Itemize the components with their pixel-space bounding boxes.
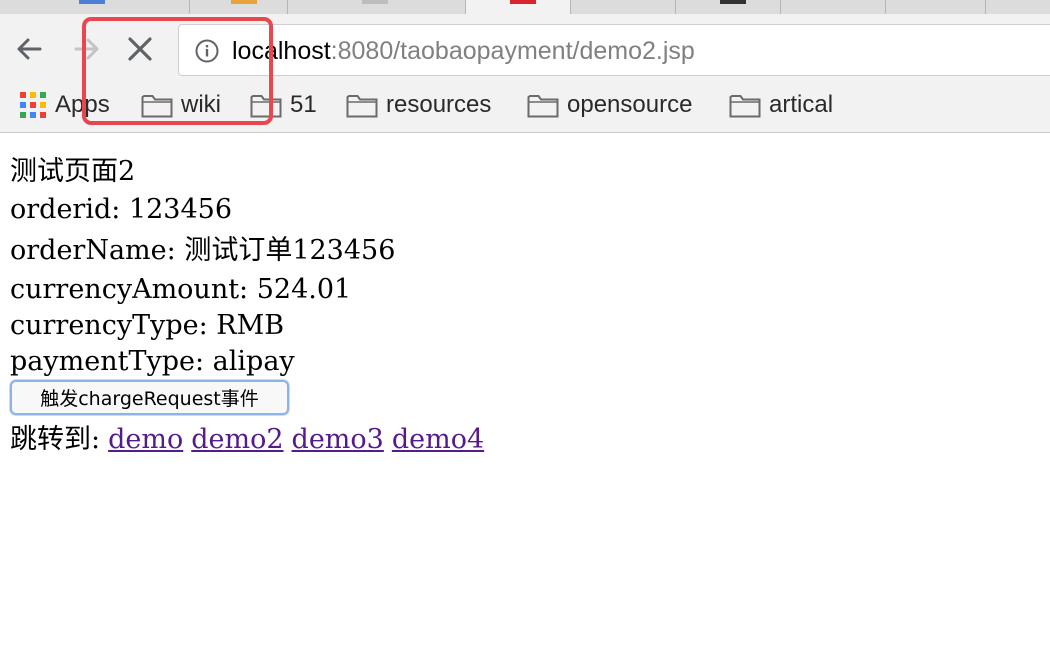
back-button[interactable] bbox=[12, 32, 46, 66]
link-demo3[interactable]: demo3 bbox=[292, 424, 384, 455]
field-ordername: orderName: 测试订单123456 bbox=[10, 234, 395, 268]
link-demo4[interactable]: demo4 bbox=[392, 424, 484, 455]
tab-favicon bbox=[362, 0, 389, 4]
tab-strip bbox=[0, 0, 1050, 14]
page-title: 测试页面2 bbox=[10, 156, 136, 187]
tab[interactable] bbox=[676, 0, 781, 14]
field-orderid: orderid: 123456 bbox=[10, 193, 232, 227]
folder-icon bbox=[729, 94, 761, 117]
bookmark-label: 51 bbox=[290, 91, 317, 118]
folder-icon bbox=[346, 94, 378, 117]
bookmark-folder-resources[interactable]: resources bbox=[346, 88, 491, 122]
field-label: currencyType: bbox=[10, 310, 208, 341]
back-arrow-icon bbox=[17, 38, 42, 60]
field-label: orderName: bbox=[10, 235, 176, 266]
field-value: 123456 bbox=[128, 194, 233, 225]
charge-request-button[interactable]: 触发chargeRequest事件 bbox=[10, 380, 289, 415]
tab[interactable] bbox=[571, 0, 676, 14]
url-path: :8080/taobaopayment/demo2.jsp bbox=[330, 37, 695, 65]
field-value: RMB bbox=[216, 310, 285, 341]
tab[interactable] bbox=[0, 0, 190, 14]
red-annotation-box bbox=[82, 17, 273, 125]
tab[interactable] bbox=[190, 0, 288, 14]
bookmark-folder-artical[interactable]: artical bbox=[729, 88, 833, 122]
tab-active[interactable] bbox=[466, 0, 571, 14]
bookmark-label: resources bbox=[386, 91, 492, 118]
field-label: currencyAmount: bbox=[10, 274, 249, 305]
jump-label: 跳转到: bbox=[10, 424, 101, 455]
bookmark-label: artical bbox=[769, 91, 834, 118]
tab-favicon bbox=[79, 0, 106, 4]
address-bar[interactable]: localhost:8080/taobaopayment/demo2.jsp bbox=[178, 24, 1050, 76]
tab[interactable] bbox=[886, 0, 986, 14]
tab-favicon bbox=[509, 0, 536, 4]
folder-icon bbox=[527, 94, 559, 117]
field-currencytype: currencyType: RMB bbox=[10, 309, 284, 343]
tab-favicon bbox=[230, 0, 257, 4]
field-value: alipay bbox=[212, 346, 295, 377]
field-paymenttype: paymentType: alipay bbox=[10, 345, 295, 379]
url-text[interactable]: localhost:8080/taobaopayment/demo2.jsp bbox=[232, 36, 695, 66]
browser-chrome: localhost:8080/taobaopayment/demo2.jsp A… bbox=[0, 0, 1050, 133]
apps-grid-icon bbox=[20, 91, 46, 118]
field-value: 524.01 bbox=[256, 274, 352, 305]
tab[interactable] bbox=[781, 0, 886, 14]
link-demo[interactable]: demo bbox=[108, 424, 183, 455]
field-value: 测试订单123456 bbox=[184, 235, 396, 266]
tab[interactable] bbox=[288, 0, 466, 14]
bookmark-folder-opensource[interactable]: opensource bbox=[527, 88, 692, 122]
jump-links-row: 跳转到: demo demo2 demo3 demo4 bbox=[10, 423, 484, 457]
field-label: orderid: bbox=[10, 194, 121, 225]
field-currencyamount: currencyAmount: 524.01 bbox=[10, 273, 351, 307]
bookmark-label: opensource bbox=[567, 91, 693, 118]
link-demo2[interactable]: demo2 bbox=[191, 424, 283, 455]
field-label: paymentType: bbox=[10, 346, 205, 377]
tab-favicon bbox=[719, 0, 746, 4]
